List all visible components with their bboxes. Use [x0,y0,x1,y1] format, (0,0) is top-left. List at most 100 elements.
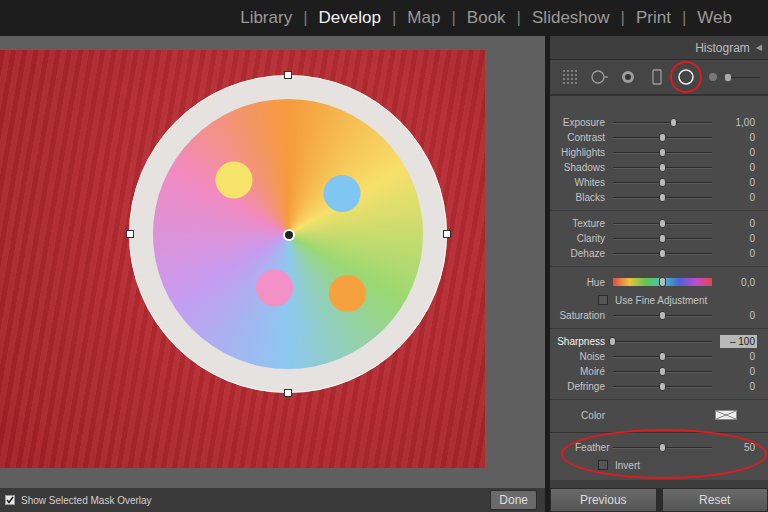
feather-track[interactable] [613,447,712,449]
slider-thumb[interactable] [659,249,666,258]
module-tab[interactable]: Print [636,8,671,28]
slider-value[interactable]: 0 [720,380,757,393]
slider-thumb[interactable] [659,443,666,452]
radial-handle[interactable] [443,230,451,238]
slider-row: Whites 0 [550,175,768,190]
slider-track[interactable] [613,122,712,124]
slider-value[interactable]: 0 [720,176,757,189]
radial-handle[interactable] [284,389,292,397]
slider-track[interactable] [613,386,712,388]
slider-group: Texture 0Clarity 0Dehaze 0 [550,210,768,261]
slider-thumb[interactable] [659,193,666,202]
module-separator: | [682,8,686,28]
module-tab[interactable]: Book [467,8,506,28]
slider-track[interactable] [613,167,712,169]
slider-thumb[interactable] [659,178,666,187]
slider-track[interactable] [613,356,712,358]
slider-value[interactable]: 0 [720,309,757,322]
graduated-tool[interactable] [647,67,667,87]
slider-track[interactable] [613,315,712,317]
radial-filter-icon [676,67,696,87]
slider-label: Texture [553,218,605,229]
slider-track[interactable] [613,197,712,199]
radial-tool[interactable] [676,67,696,87]
panel-button[interactable]: Previous [550,488,657,512]
done-button[interactable]: Done [490,490,537,510]
slider-value[interactable]: – 100 [720,335,757,348]
slider-value[interactable]: 1,00 [720,116,757,129]
checkbox[interactable] [598,295,608,305]
slider-value[interactable]: 0 [720,161,757,174]
slider-label: Sharpness [553,336,605,347]
slider-thumb[interactable] [659,148,666,157]
slider-value[interactable]: 0 [720,232,757,245]
color-row: Color [550,405,768,425]
checkbox-row[interactable]: Use Fine Adjustment [550,292,768,308]
brush-icon[interactable] [709,73,717,81]
crop-tool[interactable] [560,67,580,87]
slider-track[interactable] [613,278,712,286]
slider-thumb[interactable] [659,219,666,228]
slider-track[interactable] [613,238,712,240]
slider-track[interactable] [613,371,712,373]
radial-handle[interactable] [284,71,292,79]
radial-center-pin[interactable] [283,229,295,241]
invert-row[interactable]: Invert [550,457,768,473]
check-icon [6,496,14,504]
slider-value[interactable]: 0 [720,146,757,159]
checkbox-label: Use Fine Adjustment [615,295,707,306]
graduated-filter-icon [647,67,667,87]
module-tab[interactable]: Web [697,8,732,28]
spot-tool[interactable] [589,67,609,87]
slider-thumb[interactable] [659,311,666,320]
slider-row: Hue 0,0 [550,272,768,292]
color-swatch[interactable] [715,410,737,420]
module-tab[interactable]: Library [240,8,292,28]
slider-thumb[interactable] [725,74,731,81]
slider-value[interactable]: 0 [720,365,757,378]
slider-value[interactable]: 0,0 [720,276,757,289]
slider-track[interactable] [613,253,712,255]
module-tab[interactable]: Map [407,8,440,28]
annotation-ellipse [670,61,702,93]
slider-label: Dehaze [553,248,605,259]
overlay-checkbox-row[interactable]: Show Selected Mask Overlay [5,495,152,506]
slider-value[interactable]: 0 [720,350,757,363]
slider-thumb[interactable] [670,118,677,127]
module-tab[interactable]: Slideshow [532,8,610,28]
feather-section: Feather 50 Invert [550,432,768,480]
overlay-label: Show Selected Mask Overlay [21,495,152,506]
collapse-icon[interactable]: ◀ [756,43,762,52]
slider-thumb[interactable] [659,382,666,391]
slider-value[interactable]: 0 [720,191,757,204]
slider-thumb[interactable] [659,234,666,243]
slider-track[interactable] [613,223,712,225]
slider-thumb[interactable] [659,163,666,172]
slider-thumb[interactable] [659,133,666,142]
overlay-checkbox[interactable] [5,495,15,505]
slider-value[interactable]: 0 [720,217,757,230]
redeye-tool[interactable] [618,67,638,87]
slider-value[interactable]: 0 [720,131,757,144]
tool-size-slider[interactable] [726,77,760,78]
feather-value[interactable]: 50 [720,441,757,454]
slider-label: Moiré [553,366,605,377]
slider-thumb[interactable] [659,367,666,376]
slider-track[interactable] [613,182,712,184]
slider-thumb[interactable] [659,277,666,287]
panel-button[interactable]: Reset [662,488,768,512]
slider-label: Defringe [553,381,605,392]
invert-checkbox[interactable] [598,460,608,470]
no-color-icon [715,410,737,420]
slider-row: Dehaze 0 [550,246,768,261]
slider-track[interactable] [613,137,712,139]
slider-thumb[interactable] [609,337,616,346]
slider-track[interactable] [613,341,712,343]
slider-track[interactable] [613,152,712,154]
module-tab[interactable]: Develop [319,8,381,28]
histogram-header[interactable]: Histogram ◀ [550,36,768,60]
slider-value[interactable]: 0 [720,247,757,260]
radial-handle[interactable] [126,230,134,238]
slider-thumb[interactable] [659,352,666,361]
photo[interactable] [0,50,485,468]
